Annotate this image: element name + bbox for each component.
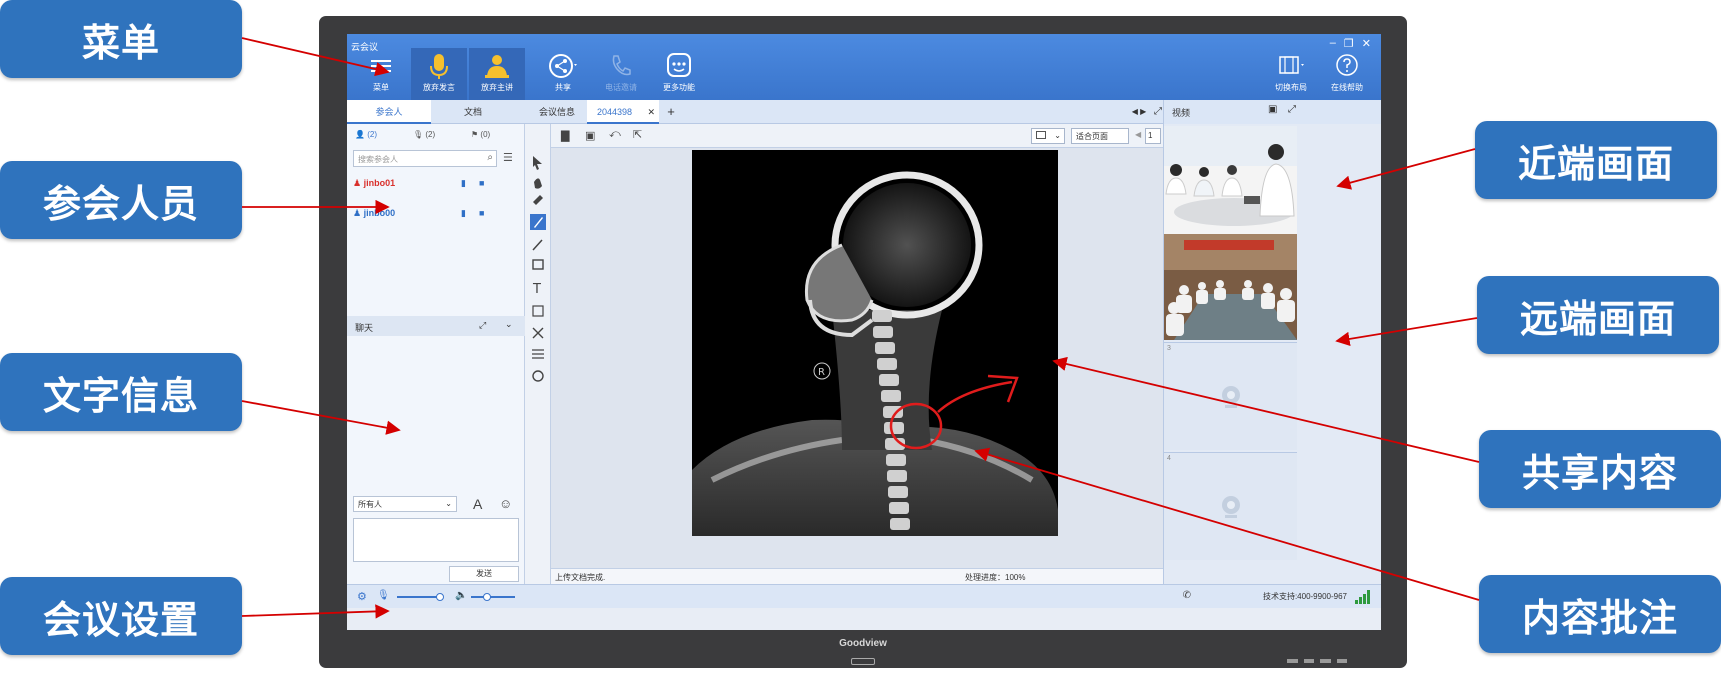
callout-arrows <box>241 37 1480 619</box>
